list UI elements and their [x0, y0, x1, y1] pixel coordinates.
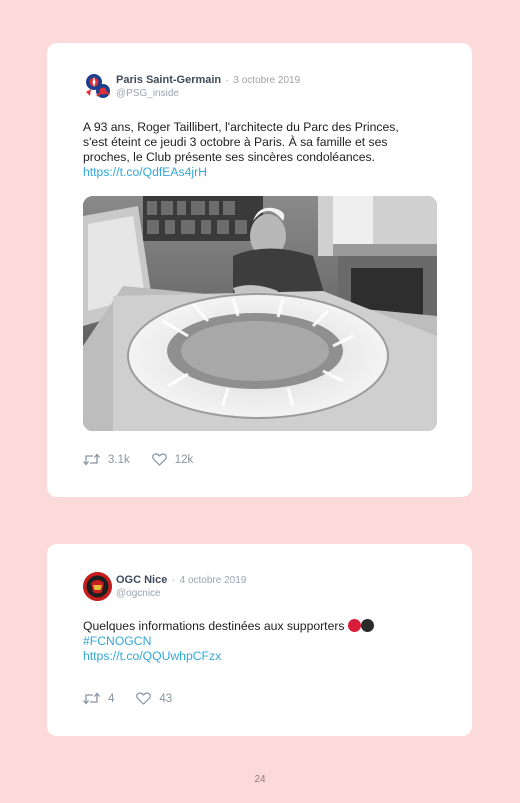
- retweet-icon: [83, 453, 100, 466]
- architect-stadium-model-photo: [83, 196, 437, 431]
- tweet-text-line: s'est éteint ce jeudi 3 octobre à Paris.…: [83, 135, 388, 149]
- tweet-link[interactable]: https://t.co/QQUwhpCFzx: [83, 649, 443, 664]
- tweet-photo[interactable]: [83, 196, 437, 431]
- tweet-text-line: A 93 ans, Roger Taillibert, l'architecte…: [83, 120, 399, 134]
- tweet-text-content: Quelques informations destinées aux supp…: [83, 619, 345, 633]
- tweet-header: OGC Nice · 4 octobre 2019 @ogcnice: [83, 572, 246, 601]
- psg-logo-icon[interactable]: [83, 72, 112, 101]
- author-name[interactable]: OGC Nice: [116, 574, 167, 586]
- like-button[interactable]: 12k: [151, 453, 194, 466]
- meta-separator: ·: [171, 575, 176, 586]
- heart-icon: [136, 692, 152, 705]
- retweet-icon: [83, 692, 100, 705]
- tweet-hashtag[interactable]: #FCNOGCN: [83, 634, 443, 649]
- retweet-button[interactable]: 4: [83, 692, 114, 705]
- tweet-actions: 3.1k 12k: [83, 453, 215, 466]
- tweet-text-line: Quelques informations destinées aux supp…: [83, 619, 443, 634]
- tweet-text: Quelques informations destinées aux supp…: [83, 619, 443, 664]
- retweet-button[interactable]: 3.1k: [83, 453, 130, 466]
- like-button[interactable]: 43: [136, 692, 172, 705]
- heart-icon: [151, 453, 167, 466]
- retweet-count: 4: [108, 692, 115, 705]
- like-count: 43: [159, 692, 173, 705]
- meta-separator: ·: [225, 75, 229, 86]
- tweet-text-line: proches, le Club présente ses sincères c…: [83, 150, 375, 164]
- red-circle-emoji: [347, 619, 361, 632]
- tweet-card-ogc-nice: OGC Nice · 4 octobre 2019 @ogcnice Quelq…: [47, 544, 472, 736]
- ogc-nice-logo-icon[interactable]: [83, 572, 112, 601]
- black-circle-emoji: [360, 619, 374, 632]
- author-name[interactable]: Paris Saint-Germain: [116, 74, 221, 86]
- tweet-date[interactable]: 4 octobre 2019: [180, 575, 247, 586]
- tweet-card-psg: Paris Saint-Germain · 3 octobre 2019 @PS…: [47, 43, 472, 497]
- author-handle[interactable]: @PSG_inside: [116, 87, 300, 100]
- author-handle[interactable]: @ogcnice: [116, 587, 246, 600]
- tweet-actions: 4 43: [83, 692, 194, 705]
- tweet-date[interactable]: 3 octobre 2019: [233, 75, 300, 86]
- tweet-header: Paris Saint-Germain · 3 octobre 2019 @PS…: [83, 72, 300, 101]
- page-number: 24: [254, 774, 266, 785]
- tweet-link[interactable]: https://t.co/QdfEAs4jrH: [83, 165, 443, 180]
- like-count: 12k: [174, 453, 194, 466]
- tweet-text: A 93 ans, Roger Taillibert, l'architecte…: [83, 120, 443, 180]
- retweet-count: 3.1k: [108, 453, 130, 466]
